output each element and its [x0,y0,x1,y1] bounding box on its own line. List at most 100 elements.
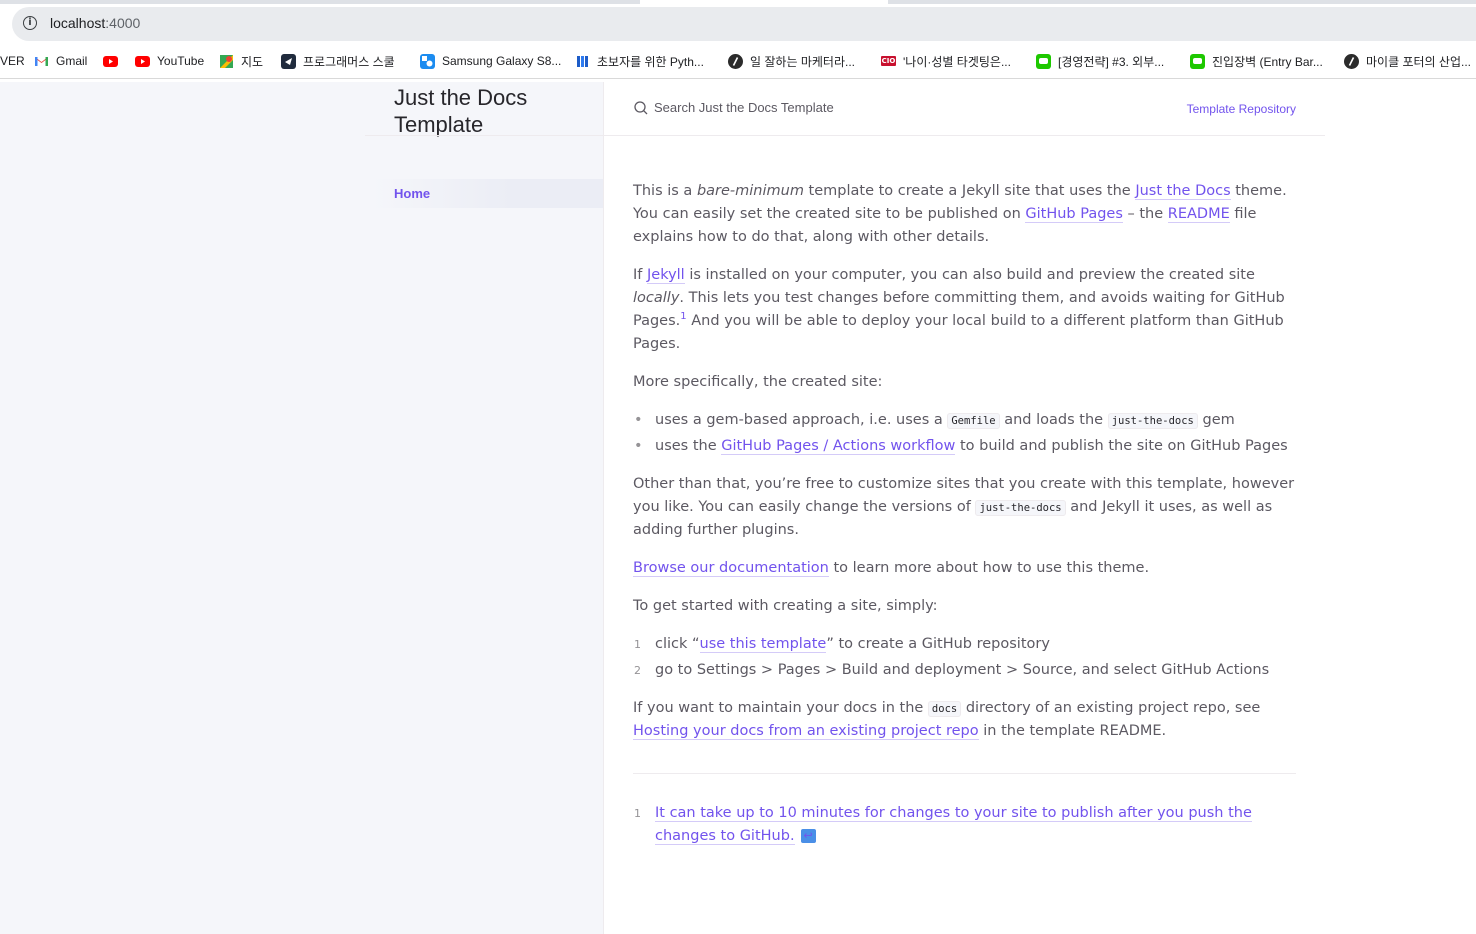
text: ” to create a GitHub repository [826,636,1050,652]
bookmark-cio[interactable]: CIO '나이·성별 타겟팅은... [881,52,1011,70]
search-input[interactable] [654,100,1134,115]
list-item: 2 go to Settings > Pages > Build and depl… [633,659,1296,682]
footnotes-list: 1 It can take up to 10 minutes for change… [633,802,1296,848]
bookmark-label: '나이·성별 타겟팅은... [903,54,1011,69]
bookmark-label: YouTube [157,54,205,68]
gmail-icon [34,54,49,69]
features-list: uses a gem-based approach, i.e. uses a G… [633,409,1296,458]
bookmark-strategy[interactable]: [경영전략] #3. 외부... [1036,52,1164,70]
bookmark-youtube[interactable]: YouTube [135,52,204,70]
bookmark-label: 진입장벽 (Entry Bar... [1212,54,1323,69]
bookmark-maps[interactable]: 지도 [219,52,263,70]
bookmark-marketer[interactable]: 일 잘하는 마케터라... [728,52,855,70]
template-repository-link[interactable]: Template Repository [1187,102,1296,116]
text: uses the [655,438,722,454]
programmers-icon [281,53,296,69]
bookmark-porter[interactable]: 마이클 포터의 산업... [1344,52,1471,70]
bookmark-label: 지도 [241,54,264,69]
bookmark-label: 마이클 포터의 산업... [1366,54,1471,69]
bookmark-label: 초보자를 위한 Pyth... [597,54,704,69]
sidebar [0,82,604,934]
use-this-template-link[interactable]: use this template [699,636,827,653]
list-item: 1 click “use this template” to create a G… [633,633,1296,656]
url-text[interactable]: localhost:4000 [50,15,140,31]
tab-strip [0,0,1476,7]
url-port: :4000 [105,15,141,31]
text: and loads the [999,412,1108,428]
search-icon [634,101,648,115]
line-icon [1190,53,1205,69]
emphasis-text: bare-minimum [696,183,804,199]
text: directory of an existing project repo, s… [961,700,1261,716]
bookmark-naver[interactable]: VER [0,52,25,70]
youtube-icon [103,55,118,67]
tab-strip-segment [888,0,1476,4]
bookmark-gmail[interactable]: Gmail [34,52,87,70]
bookmark-label: Samsung Galaxy S8... [442,54,562,68]
site-info-icon[interactable]: i [23,16,37,30]
list-number: 2 [634,664,641,677]
footnote-number: 1 [634,807,641,820]
bookmark-label: VER [0,54,25,68]
text: – the [1122,206,1168,222]
hosting-docs-link[interactable]: Hosting your docs from an existing proje… [633,723,979,740]
docs-paragraph: Browse our documentation to learn more a… [633,557,1296,580]
inline-code: just-the-docs [1107,413,1198,429]
actions-workflow-link[interactable]: GitHub Pages / Actions workflow [721,438,956,455]
bookmark-python-book[interactable]: 초보자를 위한 Pyth... [575,52,704,70]
existing-repo-paragraph: If you want to maintain your docs in the… [633,697,1296,743]
tab-strip-segment [0,0,640,4]
inline-code: docs [927,701,962,717]
list-number: 1 [634,638,641,651]
nav-item-label: Home [394,186,431,201]
text: go to Settings > Pages > Build and deplo… [655,662,1270,678]
text: to learn more about how to use this them… [828,560,1150,576]
list-item: uses a gem-based approach, i.e. uses a G… [633,409,1296,432]
text: click “ [655,636,700,652]
text: gem [1197,412,1235,428]
site-title[interactable]: Just the Docs Template [394,84,594,138]
readme-link[interactable]: README [1167,206,1230,223]
nav-item-home[interactable]: Home [372,179,603,208]
address-bar-area: i localhost:4000 [0,7,1476,41]
slash-icon [728,53,743,69]
youtube-icon [135,55,150,67]
bookmark-label: 일 잘하는 마케터라... [750,54,855,69]
text: in the template README. [978,723,1167,739]
text: template to create a Jekyll site that us… [803,183,1136,199]
footnotes-divider [633,773,1296,774]
text: uses a gem-based approach, i.e. uses a [655,412,948,428]
bookmark-label: 프로그래머스 스쿨 [303,54,395,69]
footnote-item: 1 It can take up to 10 minutes for change… [633,802,1296,848]
browse-documentation-link[interactable]: Browse our documentation [633,560,829,577]
return-arrow-icon[interactable]: ↩ [800,829,816,843]
main-content: This is a bare-minimum template to creat… [633,180,1296,863]
bookmark-samsung[interactable]: Samsung Galaxy S8... [420,52,561,70]
inline-code: just-the-docs [975,500,1066,516]
bookmark-label: Gmail [56,54,88,68]
inline-code: Gemfile [947,413,1000,429]
bookmark-youtube-icon-only[interactable] [103,52,125,70]
address-bar[interactable]: i localhost:4000 [12,7,1476,41]
text: is installed on your computer, you can a… [684,267,1255,283]
intro-paragraph: This is a bare-minimum template to creat… [633,180,1296,249]
just-the-docs-link[interactable]: Just the Docs [1135,183,1231,200]
bookmark-label: [경영전략] #3. 외부... [1058,54,1165,69]
cio-icon: CIO [881,56,896,66]
text: And you will be able to deploy your loca… [633,313,1284,352]
maps-icon [219,54,234,69]
list-item: uses the GitHub Pages / Actions workflow… [633,435,1296,458]
bookmark-entry-barrier[interactable]: 진입장벽 (Entry Bar... [1190,52,1323,70]
customize-paragraph: Other than that, you’re free to customiz… [633,473,1296,542]
sidebar-divider [365,135,603,136]
bookmarks-bar: VER Gmail YouTube 지도 프로그래머스 스쿨 Samsung G… [0,44,1476,79]
text: to build and publish the site on GitHub … [955,438,1288,454]
line-icon [1036,53,1051,69]
url-host: localhost [50,15,106,31]
text: If [633,267,647,283]
bookmark-programmers[interactable]: 프로그래머스 스쿨 [281,52,395,70]
footnote-text-link[interactable]: It can take up to 10 minutes for changes… [655,805,1252,845]
text: This is a [633,183,697,199]
github-pages-link[interactable]: GitHub Pages [1025,206,1123,223]
jekyll-link[interactable]: Jekyll [647,267,685,284]
